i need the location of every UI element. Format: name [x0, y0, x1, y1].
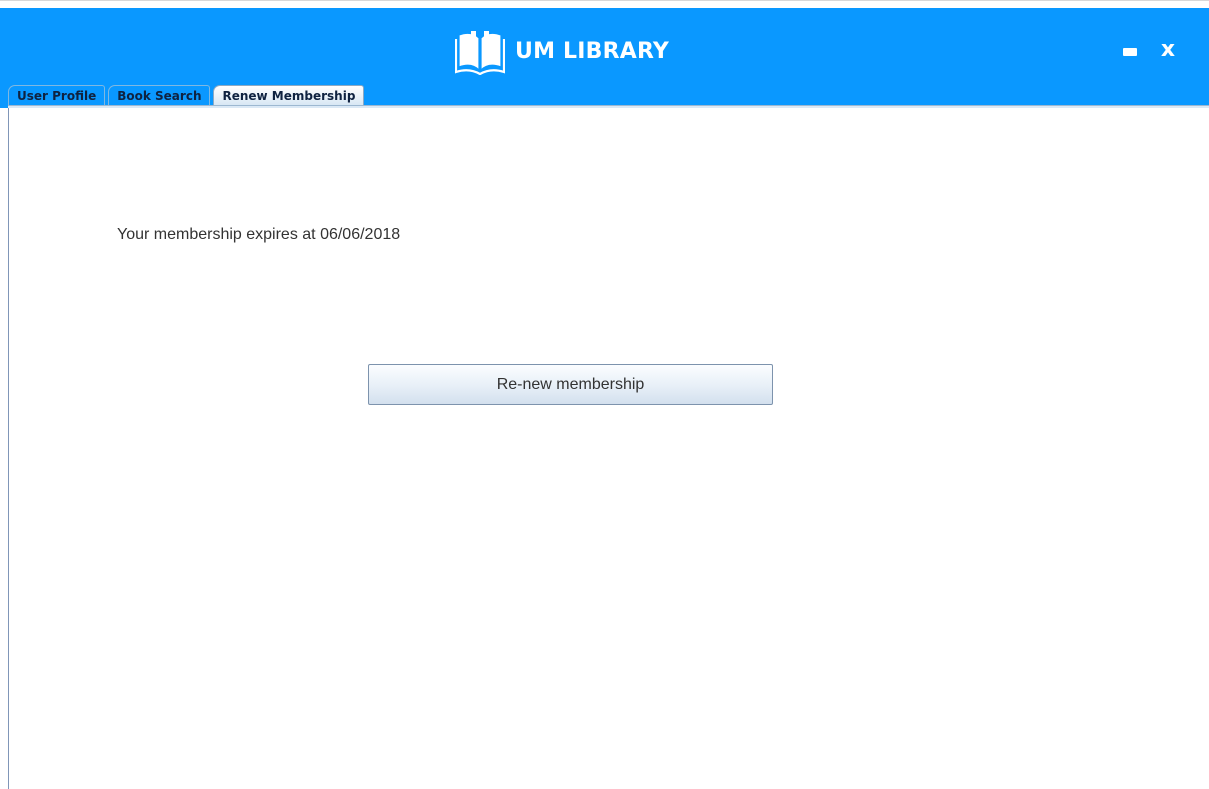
- tab-content-divider: [8, 105, 1209, 108]
- tab-renew-membership[interactable]: Renew Membership: [213, 85, 365, 106]
- tab-user-profile[interactable]: User Profile: [8, 85, 106, 105]
- close-button[interactable]: x: [1158, 38, 1178, 62]
- window-top-edge: [0, 0, 1209, 8]
- renew-membership-button[interactable]: Re-new membership: [368, 364, 773, 405]
- membership-expiry-text: Your membership expires at 06/06/2018: [117, 226, 401, 243]
- minimize-button[interactable]: [1123, 48, 1137, 56]
- open-book-icon: [455, 31, 505, 75]
- tab-book-search[interactable]: Book Search: [108, 85, 211, 105]
- tab-bar: User Profile Book Search Renew Membershi…: [8, 85, 365, 106]
- content-left-border: [8, 108, 9, 789]
- app-branding: UM LIBRARY: [455, 26, 669, 76]
- app-title: UM LIBRARY: [515, 38, 670, 64]
